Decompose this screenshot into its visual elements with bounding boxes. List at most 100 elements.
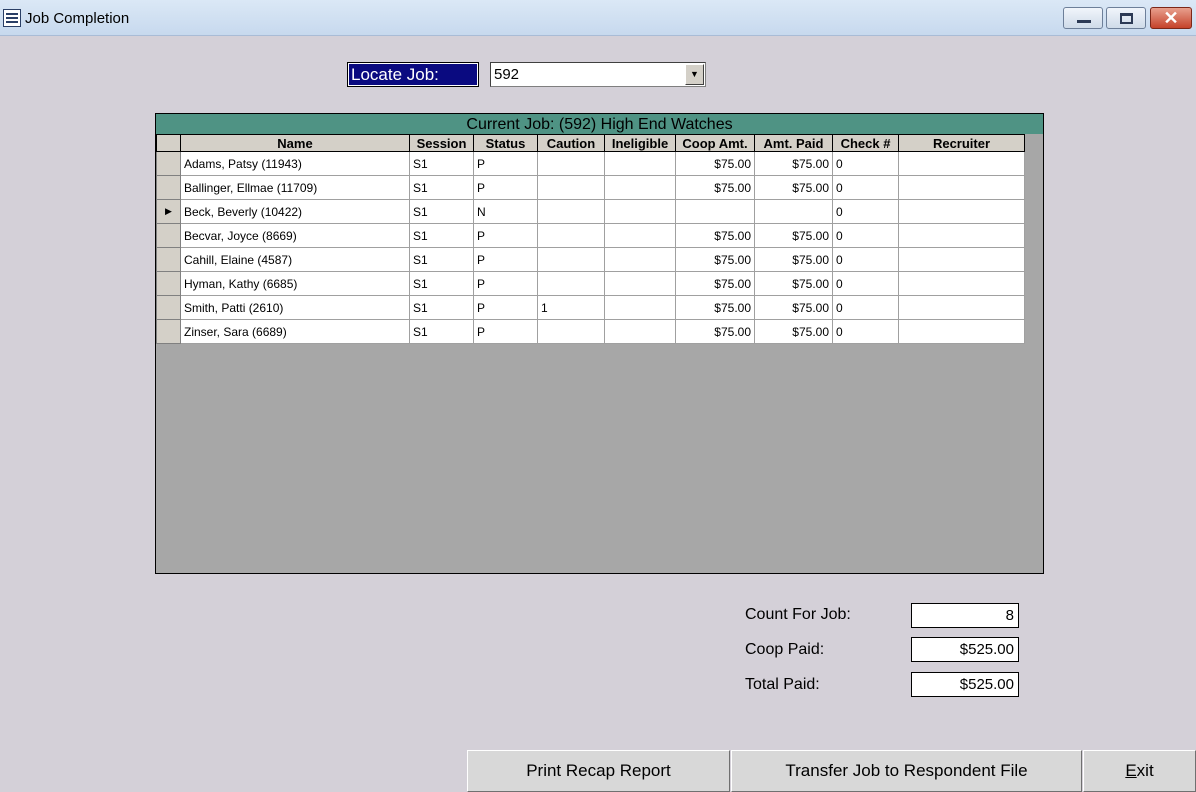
table-row[interactable]: Hyman, Kathy (6685) S1 P $75.00 $75.00 0 bbox=[156, 271, 1025, 296]
cell-recruiter[interactable] bbox=[898, 319, 1025, 344]
cell-paid[interactable] bbox=[754, 199, 833, 224]
current-row-indicator-icon[interactable]: ▶ bbox=[156, 199, 181, 224]
cell-recruiter[interactable] bbox=[898, 223, 1025, 248]
cell-check[interactable]: 0 bbox=[832, 295, 899, 320]
datasheet-icon[interactable] bbox=[3, 9, 21, 27]
table-row[interactable]: Ballinger, Ellmae (11709) S1 P $75.00 $75.00… bbox=[156, 175, 1025, 200]
cell-name[interactable]: Ballinger, Ellmae (11709) bbox=[180, 175, 410, 200]
print-recap-report-button[interactable]: Print Recap Report bbox=[467, 750, 730, 792]
cell-coop[interactable]: $75.00 bbox=[675, 247, 755, 272]
row-selector[interactable] bbox=[156, 295, 181, 320]
cell-check[interactable]: 0 bbox=[832, 199, 899, 224]
cell-coop[interactable]: $75.00 bbox=[675, 271, 755, 296]
cell-ineligible[interactable] bbox=[604, 271, 676, 296]
cell-caution[interactable] bbox=[537, 151, 605, 176]
table-row[interactable]: ▶ Beck, Beverly (10422) S1 N 0 bbox=[156, 199, 1025, 224]
cell-name[interactable]: Smith, Patti (2610) bbox=[180, 295, 410, 320]
total-paid-field[interactable]: $525.00 bbox=[911, 672, 1019, 697]
cell-session[interactable]: S1 bbox=[409, 319, 474, 344]
cell-check[interactable]: 0 bbox=[832, 271, 899, 296]
row-selector[interactable] bbox=[156, 247, 181, 272]
cell-status[interactable]: N bbox=[473, 199, 538, 224]
cell-caution[interactable] bbox=[537, 223, 605, 248]
table-row[interactable]: Zinser, Sara (6689) S1 P $75.00 $75.00 0 bbox=[156, 319, 1025, 344]
cell-check[interactable]: 0 bbox=[832, 319, 899, 344]
cell-coop[interactable]: $75.00 bbox=[675, 319, 755, 344]
cell-status[interactable]: P bbox=[473, 223, 538, 248]
cell-session[interactable]: S1 bbox=[409, 247, 474, 272]
row-selector[interactable] bbox=[156, 319, 181, 344]
cell-coop[interactable]: $75.00 bbox=[675, 295, 755, 320]
cell-name[interactable]: Beck, Beverly (10422) bbox=[180, 199, 410, 224]
cell-caution[interactable] bbox=[537, 247, 605, 272]
cell-status[interactable]: P bbox=[473, 151, 538, 176]
locate-job-combo[interactable]: 592 ▼ bbox=[490, 62, 706, 87]
cell-name[interactable]: Adams, Patsy (11943) bbox=[180, 151, 410, 176]
cell-recruiter[interactable] bbox=[898, 151, 1025, 176]
cell-caution[interactable] bbox=[537, 319, 605, 344]
table-row[interactable]: Smith, Patti (2610) S1 P 1 $75.00 $75.00 0 bbox=[156, 295, 1025, 320]
cell-session[interactable]: S1 bbox=[409, 151, 474, 176]
cell-ineligible[interactable] bbox=[604, 175, 676, 200]
cell-recruiter[interactable] bbox=[898, 199, 1025, 224]
column-header-name[interactable]: Name bbox=[180, 134, 410, 152]
column-header-status[interactable]: Status bbox=[473, 134, 538, 152]
cell-paid[interactable]: $75.00 bbox=[754, 151, 833, 176]
cell-caution[interactable] bbox=[537, 175, 605, 200]
cell-status[interactable]: P bbox=[473, 175, 538, 200]
cell-check[interactable]: 0 bbox=[832, 247, 899, 272]
cell-paid[interactable]: $75.00 bbox=[754, 271, 833, 296]
locate-job-value[interactable]: 592 bbox=[494, 66, 519, 83]
close-button[interactable]: ✕ bbox=[1150, 7, 1192, 29]
column-header-recruiter[interactable]: Recruiter bbox=[898, 134, 1025, 152]
cell-recruiter[interactable] bbox=[898, 175, 1025, 200]
cell-check[interactable]: 0 bbox=[832, 175, 899, 200]
cell-ineligible[interactable] bbox=[604, 223, 676, 248]
cell-recruiter[interactable] bbox=[898, 295, 1025, 320]
cell-name[interactable]: Cahill, Elaine (4587) bbox=[180, 247, 410, 272]
maximize-button[interactable] bbox=[1106, 7, 1146, 29]
column-header-coop-amt[interactable]: Coop Amt. bbox=[675, 134, 755, 152]
table-row[interactable]: Adams, Patsy (11943) S1 P $75.00 $75.00 0 bbox=[156, 151, 1025, 176]
cell-paid[interactable]: $75.00 bbox=[754, 295, 833, 320]
column-header-caution[interactable]: Caution bbox=[537, 134, 605, 152]
cell-ineligible[interactable] bbox=[604, 295, 676, 320]
cell-recruiter[interactable] bbox=[898, 247, 1025, 272]
cell-ineligible[interactable] bbox=[604, 319, 676, 344]
cell-caution[interactable] bbox=[537, 271, 605, 296]
cell-caution[interactable] bbox=[537, 199, 605, 224]
cell-coop[interactable]: $75.00 bbox=[675, 175, 755, 200]
table-row[interactable]: Cahill, Elaine (4587) S1 P $75.00 $75.00 0 bbox=[156, 247, 1025, 272]
exit-button[interactable]: Exit bbox=[1083, 750, 1196, 792]
row-selector[interactable] bbox=[156, 223, 181, 248]
cell-status[interactable]: P bbox=[473, 319, 538, 344]
row-selector-header[interactable] bbox=[156, 134, 181, 152]
row-selector[interactable] bbox=[156, 151, 181, 176]
transfer-job-button[interactable]: Transfer Job to Respondent File bbox=[731, 750, 1082, 792]
row-selector[interactable] bbox=[156, 175, 181, 200]
column-header-session[interactable]: Session bbox=[409, 134, 474, 152]
column-header-check[interactable]: Check # bbox=[832, 134, 899, 152]
cell-paid[interactable]: $75.00 bbox=[754, 319, 833, 344]
cell-name[interactable]: Hyman, Kathy (6685) bbox=[180, 271, 410, 296]
minimize-button[interactable] bbox=[1063, 7, 1103, 29]
cell-check[interactable]: 0 bbox=[832, 151, 899, 176]
cell-session[interactable]: S1 bbox=[409, 271, 474, 296]
column-header-amt-paid[interactable]: Amt. Paid bbox=[754, 134, 833, 152]
column-header-ineligible[interactable]: Ineligible bbox=[604, 134, 676, 152]
cell-ineligible[interactable] bbox=[604, 247, 676, 272]
cell-caution[interactable]: 1 bbox=[537, 295, 605, 320]
cell-name[interactable]: Becvar, Joyce (8669) bbox=[180, 223, 410, 248]
cell-recruiter[interactable] bbox=[898, 271, 1025, 296]
cell-paid[interactable]: $75.00 bbox=[754, 247, 833, 272]
cell-status[interactable]: P bbox=[473, 295, 538, 320]
cell-coop[interactable]: $75.00 bbox=[675, 223, 755, 248]
cell-check[interactable]: 0 bbox=[832, 223, 899, 248]
cell-ineligible[interactable] bbox=[604, 199, 676, 224]
cell-status[interactable]: P bbox=[473, 247, 538, 272]
chevron-down-icon[interactable]: ▼ bbox=[685, 64, 704, 85]
coop-paid-field[interactable]: $525.00 bbox=[911, 637, 1019, 662]
cell-ineligible[interactable] bbox=[604, 151, 676, 176]
cell-paid[interactable]: $75.00 bbox=[754, 223, 833, 248]
table-row[interactable]: Becvar, Joyce (8669) S1 P $75.00 $75.00 0 bbox=[156, 223, 1025, 248]
